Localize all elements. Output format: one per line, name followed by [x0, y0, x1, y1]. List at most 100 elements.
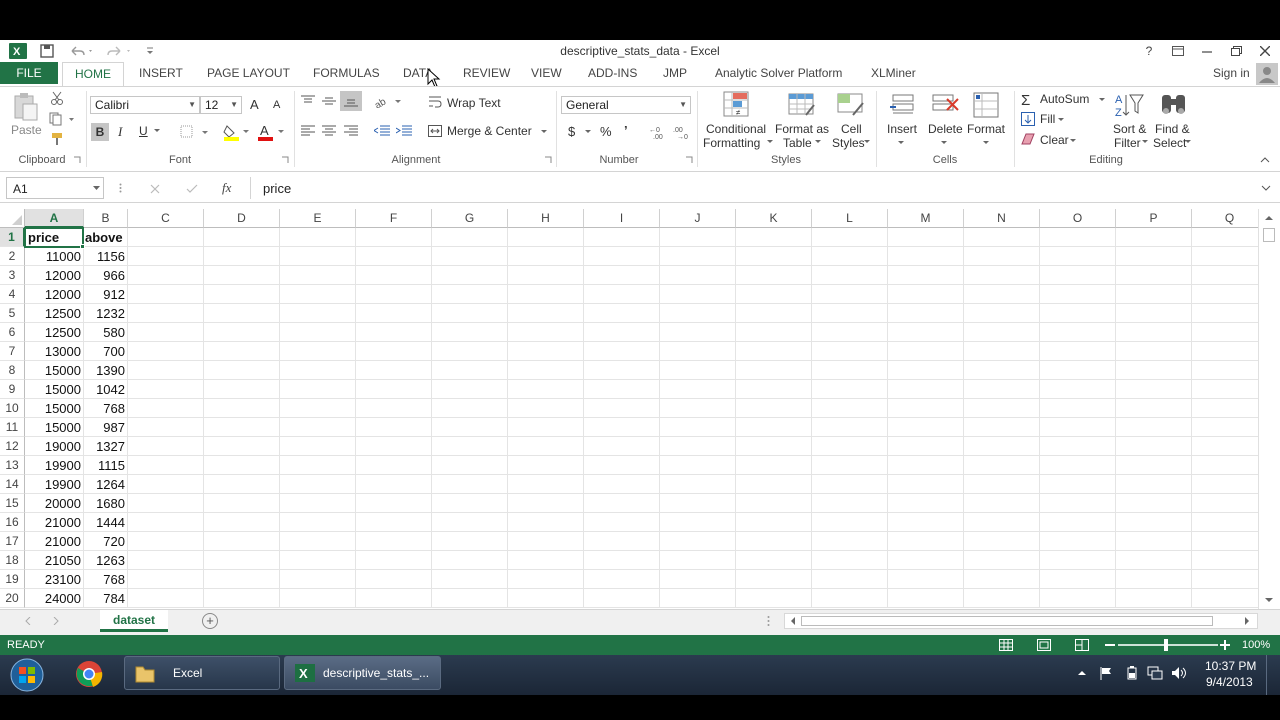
insert-cells-button[interactable]: Insert — [887, 122, 917, 136]
tab-analytic-solver[interactable]: Analytic Solver Platform — [715, 62, 842, 86]
taskbar-excel-button[interactable]: X descriptive_stats_... — [284, 656, 441, 690]
cell-styles-button[interactable]: Cell — [841, 122, 862, 136]
clipboard-launcher-icon[interactable] — [72, 155, 82, 165]
zoom-out-icon[interactable] — [1104, 639, 1116, 651]
cell-a6[interactable]: 12500 — [25, 323, 84, 342]
cell-b19[interactable]: 768 — [84, 570, 128, 589]
horizontal-scroll-thumb[interactable] — [801, 616, 1213, 626]
page-layout-view-icon[interactable] — [1036, 638, 1052, 652]
italic-button[interactable]: I — [118, 124, 122, 140]
clock-time[interactable]: 10:37 PM — [1205, 659, 1256, 673]
row-header[interactable]: 1 — [0, 228, 25, 247]
battery-icon[interactable] — [1124, 665, 1140, 681]
conditional-dropdown-icon[interactable] — [766, 138, 774, 146]
scroll-up-icon[interactable] — [1263, 212, 1275, 224]
cancel-entry-icon[interactable] — [148, 182, 162, 196]
column-header-m[interactable]: M — [888, 209, 964, 228]
comma-button[interactable]: ’ — [624, 123, 628, 138]
page-break-view-icon[interactable] — [1074, 638, 1090, 652]
underline-button[interactable]: U — [139, 124, 148, 138]
column-header-j[interactable]: J — [660, 209, 736, 228]
currency-dropdown-icon[interactable] — [584, 128, 592, 136]
column-header-g[interactable]: G — [432, 209, 508, 228]
borders-icon[interactable] — [178, 124, 210, 140]
action-center-flag-icon[interactable] — [1098, 665, 1114, 681]
expand-formula-icon[interactable] — [1260, 183, 1272, 193]
row-header[interactable]: 17 — [0, 532, 25, 551]
cell-b4[interactable]: 912 — [84, 285, 128, 304]
column-header-a[interactable]: A — [25, 209, 84, 228]
column-header-q[interactable]: Q — [1192, 209, 1258, 228]
tab-formulas[interactable]: FORMULAS — [313, 62, 380, 86]
tab-insert[interactable]: INSERT — [139, 62, 183, 86]
cell-a14[interactable]: 19900 — [25, 475, 84, 494]
font-launcher-icon[interactable] — [280, 155, 290, 165]
autosum-dropdown-icon[interactable] — [1098, 96, 1106, 104]
cell-b8[interactable]: 1390 — [84, 361, 128, 380]
sort-filter-icon[interactable]: AZ — [1113, 90, 1145, 120]
cell-b16[interactable]: 1444 — [84, 513, 128, 532]
zoom-level[interactable]: 100% — [1242, 639, 1270, 651]
row-header[interactable]: 4 — [0, 285, 25, 304]
orientation-icon[interactable]: ab — [372, 93, 402, 109]
taskbar-folder-button[interactable]: Excel — [124, 656, 280, 690]
cell-b2[interactable]: 1156 — [84, 247, 128, 266]
column-header-n[interactable]: N — [964, 209, 1040, 228]
delete-cells-button[interactable]: Delete — [928, 122, 963, 136]
conditional-formatting-icon[interactable]: ≠ — [722, 90, 752, 120]
vertical-scroll-thumb[interactable] — [1263, 228, 1275, 242]
name-box[interactable]: A1 — [6, 177, 104, 199]
new-sheet-button[interactable]: + — [202, 613, 218, 629]
row-header[interactable]: 19 — [0, 570, 25, 589]
align-left-icon[interactable] — [299, 123, 317, 139]
wrap-text-icon[interactable] — [427, 94, 443, 110]
autosum-icon[interactable]: Σ — [1020, 91, 1036, 107]
grow-font-button[interactable]: A — [250, 97, 259, 112]
select-all-corner[interactable] — [0, 209, 25, 228]
table-dropdown-icon[interactable] — [814, 138, 822, 146]
cell-b12[interactable]: 1327 — [84, 437, 128, 456]
user-avatar-icon[interactable] — [1256, 63, 1278, 85]
cell-b7[interactable]: 700 — [84, 342, 128, 361]
cell-a3[interactable]: 12000 — [25, 266, 84, 285]
sheet-tab-dataset[interactable]: dataset — [100, 610, 168, 632]
font-name-select[interactable]: Calibri ▼ — [90, 96, 200, 114]
cell-b9[interactable]: 1042 — [84, 380, 128, 399]
percent-button[interactable]: % — [600, 124, 612, 139]
zoom-in-icon[interactable] — [1219, 639, 1231, 651]
fill-handle[interactable] — [80, 244, 85, 249]
row-header[interactable]: 13 — [0, 456, 25, 475]
conditional-formatting-button[interactable]: Conditional — [706, 122, 766, 136]
align-right-icon[interactable] — [342, 123, 360, 139]
help-button[interactable]: ? — [1135, 40, 1163, 62]
find-dropdown-icon[interactable] — [1184, 138, 1192, 146]
delete-dropdown-icon[interactable] — [940, 139, 948, 147]
cell-b6[interactable]: 580 — [84, 323, 128, 342]
increase-decimal-icon[interactable]: ←0.00 — [648, 123, 668, 141]
cell-b18[interactable]: 1263 — [84, 551, 128, 570]
row-header[interactable]: 15 — [0, 494, 25, 513]
clock-date[interactable]: 9/4/2013 — [1206, 675, 1253, 689]
format-cells-button[interactable]: Format — [967, 122, 1005, 136]
sort-filter-button[interactable]: Sort & — [1113, 122, 1146, 136]
delete-cells-icon[interactable] — [930, 90, 960, 120]
middle-align-icon[interactable] — [320, 93, 338, 109]
tab-xlminer[interactable]: XLMiner — [871, 62, 916, 86]
format-as-table-icon[interactable] — [787, 90, 817, 120]
cell-a7[interactable]: 13000 — [25, 342, 84, 361]
number-launcher-icon[interactable] — [684, 155, 694, 165]
cell-styles-dropdown-icon[interactable] — [863, 138, 871, 146]
row-header[interactable]: 5 — [0, 304, 25, 323]
hscroll-split-icon[interactable] — [764, 614, 772, 628]
cell-b20[interactable]: 784 — [84, 589, 128, 608]
column-header-k[interactable]: K — [736, 209, 812, 228]
cell-a10[interactable]: 15000 — [25, 399, 84, 418]
cell-b13[interactable]: 1115 — [84, 456, 128, 475]
start-button-icon[interactable] — [8, 657, 46, 693]
cell-b17[interactable]: 720 — [84, 532, 128, 551]
name-box-dropdown-icon[interactable] — [92, 184, 100, 192]
cell-a4[interactable]: 12000 — [25, 285, 84, 304]
column-header-e[interactable]: E — [280, 209, 356, 228]
sort-dropdown-icon[interactable] — [1141, 138, 1149, 146]
row-header[interactable]: 7 — [0, 342, 25, 361]
